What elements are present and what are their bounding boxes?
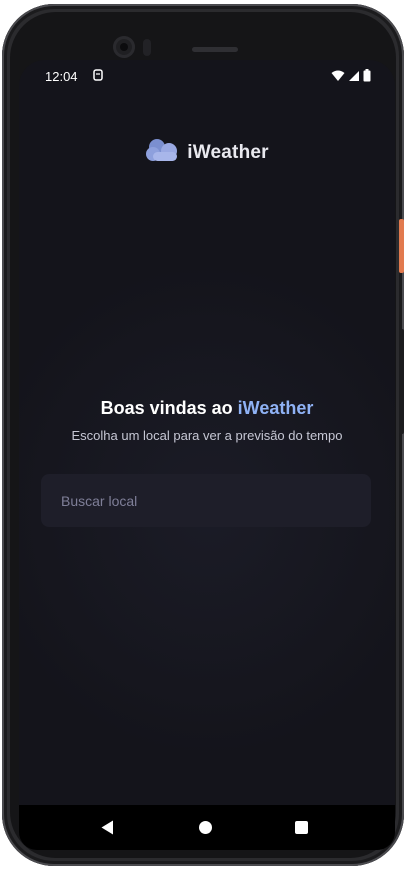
back-icon[interactable] (101, 820, 114, 840)
signal-icon (348, 69, 360, 87)
status-icons (331, 69, 371, 87)
app-screen: 12:04 iWeather Boas vindas ao iWeather E… (19, 60, 395, 850)
app-logo: iWeather (19, 138, 395, 167)
wifi-icon (331, 69, 345, 87)
welcome-subtitle: Escolha um local para ver a previsão do … (71, 428, 343, 443)
front-camera (113, 36, 135, 58)
phone-frame: 12:04 iWeather Boas vindas ao iWeather E… (2, 4, 404, 866)
cloud-logo-icon (145, 138, 181, 167)
proximity-sensor (143, 39, 151, 56)
recents-icon[interactable] (295, 821, 308, 834)
notification-icon (91, 68, 105, 82)
welcome-title: Boas vindas ao iWeather (19, 398, 395, 419)
search-location-input[interactable] (41, 474, 371, 527)
volume-button (399, 329, 404, 434)
earpiece-speaker (192, 47, 238, 52)
battery-icon (363, 69, 371, 87)
home-icon[interactable] (199, 821, 212, 834)
status-bar: 12:04 (19, 60, 395, 90)
navigation-bar (19, 805, 395, 850)
power-button (399, 219, 404, 273)
welcome-title-brand: iWeather (237, 398, 314, 418)
welcome-title-prefix: Boas vindas ao (100, 398, 238, 418)
status-time: 12:04 (45, 69, 78, 84)
logo-text: iWeather (187, 141, 269, 163)
